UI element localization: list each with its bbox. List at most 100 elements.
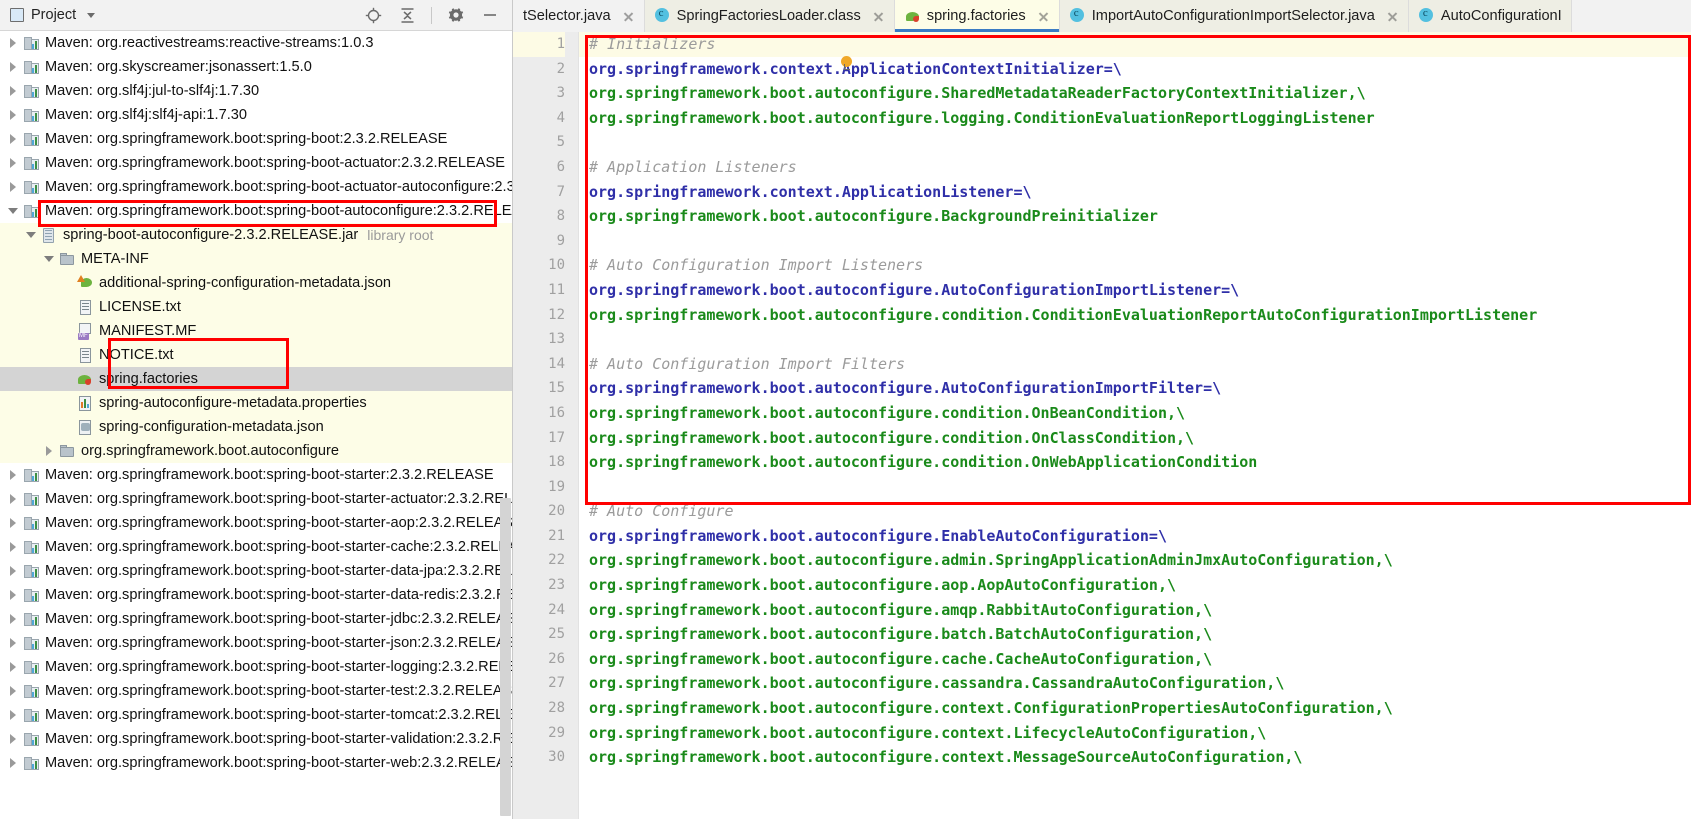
tree-row[interactable]: Maven: org.springframework.boot:spring-b…	[0, 199, 512, 223]
editor-tab[interactable]: tSelector.java	[513, 0, 645, 32]
code-line[interactable]: org.springframework.boot.autoconfigure.l…	[589, 106, 1691, 131]
tree-row[interactable]: Maven: org.springframework.boot:spring-b…	[0, 559, 512, 583]
tree-row[interactable]: META-INF	[0, 247, 512, 271]
expand-arrow-right-icon[interactable]	[6, 709, 19, 722]
code-line[interactable]: org.springframework.boot.autoconfigure.b…	[589, 622, 1691, 647]
code-line[interactable]: org.springframework.boot.autoconfigure.a…	[589, 573, 1691, 598]
tree-row[interactable]: spring-configuration-metadata.json	[0, 415, 512, 439]
tree-row[interactable]: LICENSE.txt	[0, 295, 512, 319]
code-line[interactable]: # Application Listeners	[589, 155, 1691, 180]
expand-arrow-right-icon[interactable]	[6, 757, 19, 770]
editor-tab[interactable]: spring.factories	[894, 0, 1060, 32]
tree-row[interactable]: MANIFEST.MF	[0, 319, 512, 343]
tree-row[interactable]: Maven: org.springframework.boot:spring-b…	[0, 583, 512, 607]
tree-row[interactable]: NOTICE.txt	[0, 343, 512, 367]
tree-row[interactable]: Maven: org.springframework.boot:spring-b…	[0, 175, 512, 199]
code-line[interactable]: org.springframework.boot.autoconfigure.S…	[589, 81, 1691, 106]
code-line[interactable]: # Auto Configuration Import Listeners	[589, 253, 1691, 278]
expand-arrow-down-icon[interactable]	[42, 253, 55, 266]
code-line[interactable]	[589, 130, 1691, 155]
tree-row[interactable]: Maven: org.springframework.boot:spring-b…	[0, 463, 512, 487]
code-line[interactable]	[589, 475, 1691, 500]
settings-gear-icon[interactable]	[446, 5, 466, 25]
code-line[interactable]: org.springframework.boot.autoconfigure.E…	[589, 524, 1691, 549]
expand-arrow-right-icon[interactable]	[6, 469, 19, 482]
code-line[interactable]	[589, 327, 1691, 352]
code-line[interactable]: org.springframework.boot.autoconfigure.c…	[589, 426, 1691, 451]
expand-arrow-right-icon[interactable]	[6, 157, 19, 170]
expand-arrow-right-icon[interactable]	[6, 517, 19, 530]
code-line[interactable]: org.springframework.boot.autoconfigure.A…	[589, 376, 1691, 401]
code-line[interactable]: org.springframework.boot.autoconfigure.c…	[589, 721, 1691, 746]
editor-tab[interactable]: SpringFactoriesLoader.class	[644, 0, 895, 32]
tree-row[interactable]: Maven: org.springframework.boot:spring-b…	[0, 655, 512, 679]
collapse-all-icon[interactable]	[397, 5, 417, 25]
code-line[interactable]: # Initializers	[579, 32, 1691, 57]
tree-row[interactable]: org.springframework.boot.autoconfigure	[0, 439, 512, 463]
tree-row[interactable]: Maven: org.springframework.boot:spring-b…	[0, 703, 512, 727]
code-line[interactable]: org.springframework.boot.autoconfigure.c…	[589, 696, 1691, 721]
expand-arrow-right-icon[interactable]	[6, 493, 19, 506]
tree-row[interactable]: Maven: org.springframework.boot:spring-b…	[0, 151, 512, 175]
tree-row[interactable]: Maven: org.springframework.boot:spring-b…	[0, 487, 512, 511]
close-icon[interactable]	[872, 10, 885, 23]
expand-arrow-right-icon[interactable]	[6, 133, 19, 146]
tree-row[interactable]: Maven: org.springframework.boot:spring-b…	[0, 751, 512, 775]
close-icon[interactable]	[1386, 10, 1399, 23]
expand-arrow-right-icon[interactable]	[42, 445, 55, 458]
tree-row[interactable]: Maven: org.reactivestreams:reactive-stre…	[0, 31, 512, 55]
expand-arrow-right-icon[interactable]	[6, 181, 19, 194]
chevron-down-icon[interactable]	[87, 12, 96, 18]
tree-row[interactable]: spring-autoconfigure-metadata.properties	[0, 391, 512, 415]
expand-arrow-right-icon[interactable]	[6, 733, 19, 746]
expand-arrow-right-icon[interactable]	[6, 613, 19, 626]
expand-arrow-right-icon[interactable]	[6, 685, 19, 698]
code-line[interactable]: org.springframework.boot.autoconfigure.c…	[589, 450, 1691, 475]
code-line[interactable]: org.springframework.boot.autoconfigure.a…	[589, 548, 1691, 573]
code-line[interactable]: org.springframework.boot.autoconfigure.B…	[589, 204, 1691, 229]
tree-row[interactable]: additional-spring-configuration-metadata…	[0, 271, 512, 295]
expand-arrow-right-icon[interactable]	[6, 565, 19, 578]
expand-arrow-right-icon[interactable]	[6, 61, 19, 74]
code-line[interactable]: org.springframework.boot.autoconfigure.a…	[589, 598, 1691, 623]
code-line[interactable]: org.springframework.boot.autoconfigure.c…	[589, 745, 1691, 770]
code-line[interactable]: org.springframework.boot.autoconfigure.A…	[589, 278, 1691, 303]
expand-arrow-right-icon[interactable]	[6, 661, 19, 674]
tree-row[interactable]: Maven: org.skyscreamer:jsonassert:1.5.0	[0, 55, 512, 79]
expand-arrow-right-icon[interactable]	[6, 637, 19, 650]
hide-panel-icon[interactable]	[480, 5, 500, 25]
project-title-button[interactable]: Project	[10, 7, 96, 23]
expand-arrow-down-icon[interactable]	[6, 205, 19, 218]
code-line[interactable]: org.springframework.boot.autoconfigure.c…	[589, 647, 1691, 672]
close-icon[interactable]	[1037, 10, 1050, 23]
tree-row[interactable]: Maven: org.springframework.boot:spring-b…	[0, 727, 512, 751]
tree-row[interactable]: Maven: org.springframework.boot:spring-b…	[0, 679, 512, 703]
tree-row[interactable]: Maven: org.springframework.boot:spring-b…	[0, 511, 512, 535]
code-line[interactable]: org.springframework.boot.autoconfigure.c…	[589, 303, 1691, 328]
tree-row[interactable]: Maven: org.springframework.boot:spring-b…	[0, 607, 512, 631]
tree-row[interactable]: spring.factories	[0, 367, 512, 391]
locate-icon[interactable]	[363, 5, 383, 25]
close-icon[interactable]	[622, 10, 635, 23]
tree-row[interactable]: Maven: org.slf4j:jul-to-slf4j:1.7.30	[0, 79, 512, 103]
tree-row[interactable]: spring-boot-autoconfigure-2.3.2.RELEASE.…	[0, 223, 512, 247]
expand-arrow-right-icon[interactable]	[6, 541, 19, 554]
expand-arrow-down-icon[interactable]	[24, 229, 37, 242]
code-line[interactable]: org.springframework.context.ApplicationL…	[589, 180, 1691, 205]
code-line[interactable]: org.springframework.boot.autoconfigure.c…	[589, 671, 1691, 696]
code-line[interactable]: org.springframework.context.ApplicationC…	[589, 57, 1691, 82]
code-line[interactable]: # Auto Configure	[589, 499, 1691, 524]
tree-row[interactable]: Maven: org.springframework.boot:spring-b…	[0, 631, 512, 655]
expand-arrow-right-icon[interactable]	[6, 37, 19, 50]
code-line[interactable]: # Auto Configuration Import Filters	[589, 352, 1691, 377]
expand-arrow-right-icon[interactable]	[6, 85, 19, 98]
code-line[interactable]: org.springframework.boot.autoconfigure.c…	[589, 401, 1691, 426]
code-line[interactable]	[589, 229, 1691, 254]
project-tree[interactable]: Maven: org.reactivestreams:reactive-stre…	[0, 31, 512, 819]
editor-tab[interactable]: ImportAutoConfigurationImportSelector.ja…	[1059, 0, 1409, 32]
editor-tab[interactable]: AutoConfigurationI	[1408, 0, 1572, 32]
expand-arrow-right-icon[interactable]	[6, 109, 19, 122]
tree-row[interactable]: Maven: org.slf4j:slf4j-api:1.7.30	[0, 103, 512, 127]
tree-row[interactable]: Maven: org.springframework.boot:spring-b…	[0, 535, 512, 559]
project-tree-scrollbar[interactable]	[500, 498, 511, 816]
